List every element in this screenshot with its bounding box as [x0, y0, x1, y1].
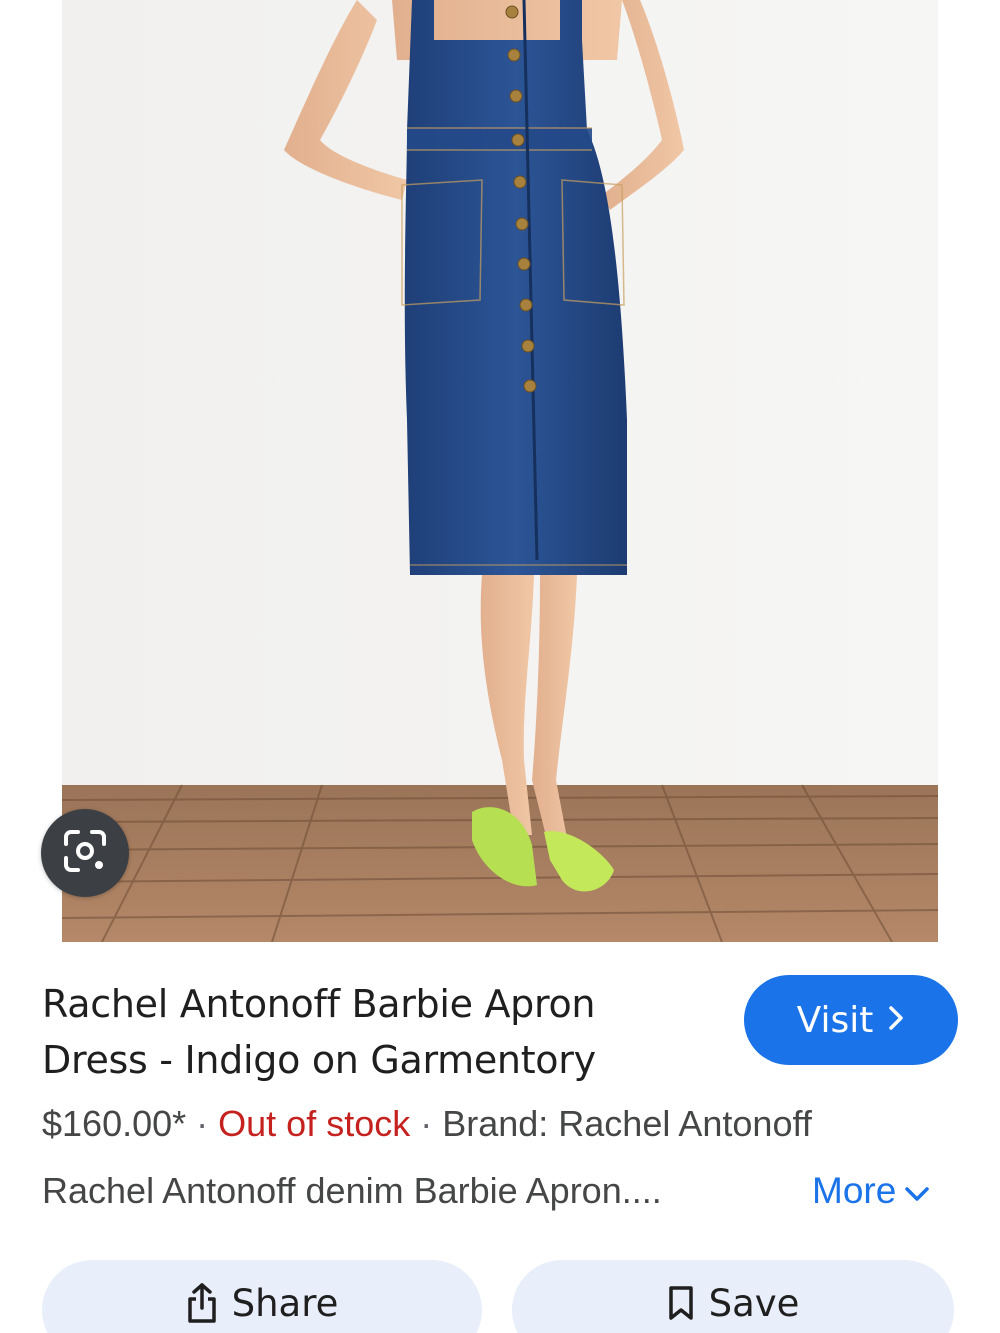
share-icon — [186, 1282, 218, 1333]
separator-dot: · — [196, 1103, 209, 1144]
save-button[interactable]: Save — [512, 1260, 954, 1333]
product-meta: $160.00* · Out of stock · Brand: Rachel Anto… — [42, 1100, 972, 1148]
product-title-line2: Dress - Indigo on Garmentory — [42, 1038, 596, 1082]
product-image-area — [0, 0, 1000, 942]
product-image[interactable] — [62, 0, 938, 942]
product-description: Rachel Antonoff denim Barbie Apron.... — [42, 1170, 662, 1211]
save-button-label: Save — [708, 1282, 800, 1325]
share-button-label: Share — [231, 1282, 339, 1325]
google-lens-button[interactable] — [41, 809, 129, 897]
chevron-down-icon — [904, 1167, 930, 1215]
chevron-right-icon — [887, 1003, 905, 1037]
image-result-page: Rachel Antonoff Barbie Apron Dress - Ind… — [0, 0, 1000, 1333]
product-brand: Brand: Rachel Antonoff — [442, 1103, 812, 1144]
share-button[interactable]: Share — [42, 1260, 482, 1333]
stock-status: Out of stock — [218, 1103, 411, 1144]
product-price: $160.00* — [42, 1103, 187, 1144]
product-title-line1: Rachel Antonoff Barbie Apron — [42, 982, 596, 1026]
product-title[interactable]: Rachel Antonoff Barbie Apron Dress - Ind… — [42, 976, 702, 1088]
bookmark-icon — [667, 1282, 695, 1333]
more-button-label: More — [812, 1170, 897, 1211]
visit-button-label: Visit — [796, 999, 874, 1041]
visit-button[interactable]: Visit — [744, 975, 958, 1065]
separator-dot: · — [420, 1103, 433, 1144]
more-button[interactable]: More — [812, 1167, 930, 1215]
google-lens-icon — [62, 828, 108, 879]
